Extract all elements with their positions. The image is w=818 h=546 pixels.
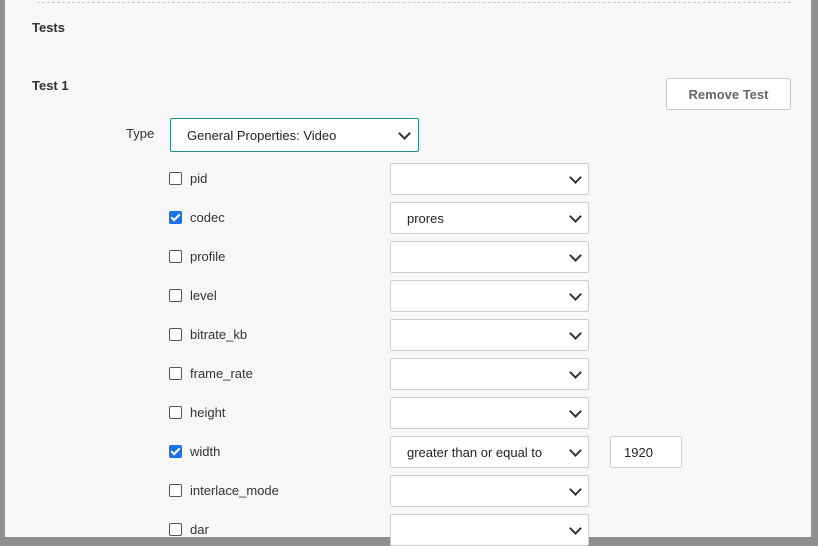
checkbox-bitrate-kb[interactable] [169,328,182,341]
checkbox-pid[interactable] [169,172,182,185]
section-title: Tests [32,20,65,35]
type-select-value: General Properties: Video [187,128,337,143]
checkbox-interlace-mode[interactable] [169,484,182,497]
operator-select[interactable] [390,163,589,195]
field-row-dar: dar [5,514,811,546]
field-label: bitrate_kb [190,327,248,342]
field-label: pid [190,171,208,186]
operator-select[interactable] [390,358,589,390]
type-select[interactable]: General Properties: Video [170,118,419,152]
checkbox-codec[interactable] [169,211,182,224]
checkbox-dar[interactable] [169,523,182,536]
field-row-profile: profile [5,241,811,273]
chevron-down-icon [569,288,582,301]
chevron-down-icon [569,210,582,223]
operator-select[interactable] [390,241,589,273]
type-label: Type [126,126,155,141]
field-label: interlace_mode [190,483,279,498]
operator-select-value: prores [407,211,444,226]
chevron-down-icon [569,171,582,184]
field-row-level: level [5,280,811,312]
chevron-down-icon [569,522,582,535]
field-label: frame_rate [190,366,253,381]
field-row-pid: pid [5,163,811,195]
checkbox-profile[interactable] [169,250,182,263]
checkbox-level[interactable] [169,289,182,302]
operator-select[interactable]: greater than or equal to [390,436,589,468]
operator-select-value: greater than or equal to [407,445,543,460]
field-row-height: height [5,397,811,429]
field-row-bitrate-kb: bitrate_kb [5,319,811,351]
operator-select[interactable] [390,397,589,429]
field-label: level [190,288,217,303]
checkbox-frame-rate[interactable] [169,367,182,380]
chevron-down-icon [569,366,582,379]
checkbox-width[interactable] [169,445,182,458]
dashed-divider [37,2,791,3]
field-label: codec [190,210,225,225]
field-label: height [190,405,226,420]
chevron-down-icon [569,327,582,340]
field-label: width [190,444,221,459]
field-row-interlace-mode: interlace_mode [5,475,811,507]
value-input-text: 1920 [624,445,653,460]
chevron-down-icon [569,444,582,457]
checkbox-height[interactable] [169,406,182,419]
chevron-down-icon [569,405,582,418]
field-label: dar [190,522,209,537]
operator-select[interactable]: prores [390,202,589,234]
field-label: profile [190,249,226,264]
operator-select[interactable] [390,280,589,312]
test-title: Test 1 [32,78,69,93]
field-row-width: width greater than or equal to 1920 [5,436,811,468]
remove-test-button[interactable]: Remove Test [666,78,791,110]
operator-select[interactable] [390,475,589,507]
field-row-frame-rate: frame_rate [5,358,811,390]
tests-panel: Tests Test 1 Remove Test Type General Pr… [5,0,811,546]
value-input[interactable]: 1920 [610,436,682,468]
operator-select[interactable] [390,319,589,351]
chevron-down-icon [569,483,582,496]
operator-select[interactable] [390,514,589,546]
chevron-down-icon [398,127,411,140]
field-row-codec: codec prores [5,202,811,234]
chevron-down-icon [569,249,582,262]
